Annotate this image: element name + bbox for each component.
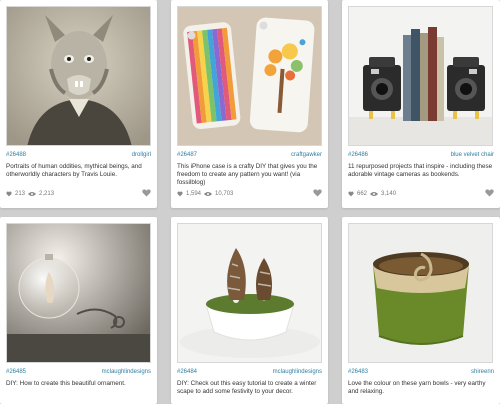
like-count: 1,594 xyxy=(186,191,202,197)
post-card[interactable]: #26484 mclaughlindesigns DIY: Check out … xyxy=(171,217,328,404)
stat-group: 662 3,140 xyxy=(348,189,399,199)
post-card[interactable]: #26485 mclaughlindesigns DIY: How to cre… xyxy=(0,217,157,404)
post-id-link[interactable]: #26484 xyxy=(177,367,197,377)
post-photo-iphone-cases[interactable] xyxy=(177,6,322,146)
post-stats: 213 2,213 xyxy=(6,189,151,199)
like-count: 662 xyxy=(357,191,368,197)
favorite-heart-icon[interactable] xyxy=(485,189,494,197)
post-photo-yarn-bowl[interactable] xyxy=(348,223,493,363)
post-id-link[interactable]: #26487 xyxy=(177,150,197,160)
post-user-link[interactable]: drollgirl xyxy=(132,150,151,160)
post-id-link[interactable]: #26488 xyxy=(6,150,26,160)
stat-group: 213 2,213 xyxy=(6,189,57,199)
view-count: 3,140 xyxy=(381,191,397,197)
post-id-link[interactable]: #26483 xyxy=(348,367,368,377)
post-photo-creature-portrait[interactable] xyxy=(6,6,151,146)
post-meta: #26485 mclaughlindesigns xyxy=(6,367,151,377)
post-description: DIY: How to create this beautiful orname… xyxy=(6,380,126,387)
post-user-link[interactable]: mclaughlindesigns xyxy=(102,367,151,377)
post-description: Portraits of human oddities, mythical be… xyxy=(6,163,142,178)
view-count: 10,703 xyxy=(215,191,234,197)
post-user-link[interactable]: mclaughlindesigns xyxy=(273,367,322,377)
post-photo-glass-ornament[interactable] xyxy=(6,223,151,363)
like-count: 213 xyxy=(15,191,26,197)
post-user-link[interactable]: craftgawker xyxy=(291,150,322,160)
post-meta: #26486 blue velvet chair xyxy=(348,150,494,160)
post-meta: #26487 craftgawker xyxy=(177,150,322,160)
card-grid: #26488 drollgirl Portraits of human oddi… xyxy=(0,0,500,404)
post-description: This iPhone case is a crafty DIY that gi… xyxy=(177,163,318,186)
stat-group: 1,594 10,703 xyxy=(177,189,236,199)
post-photo-pinecone-winter-scape[interactable] xyxy=(177,223,322,363)
post-meta: #26488 drollgirl xyxy=(6,150,151,160)
eye-icon xyxy=(204,191,213,197)
post-photo-camera-bookends[interactable] xyxy=(348,6,493,146)
post-id-link[interactable]: #26486 xyxy=(348,150,368,160)
post-description: DIY: Check out this easy tutorial to cre… xyxy=(177,380,317,395)
post-meta: #26483 shireenn xyxy=(348,367,494,377)
post-description: 11 repurposed projects that inspire - in… xyxy=(348,163,493,178)
eye-icon xyxy=(28,191,37,197)
post-card[interactable]: #26483 shireenn Love the colour on these… xyxy=(342,217,500,404)
post-id-link[interactable]: #26485 xyxy=(6,367,26,377)
post-stats: 1,594 10,703 xyxy=(177,189,322,199)
heart-icon xyxy=(348,191,354,197)
post-user-link[interactable]: shireenn xyxy=(471,367,494,377)
post-card[interactable]: #26487 craftgawker This iPhone case is a… xyxy=(171,0,328,208)
heart-icon xyxy=(6,191,12,197)
post-meta: #26484 mclaughlindesigns xyxy=(177,367,322,377)
post-card[interactable]: #26488 drollgirl Portraits of human oddi… xyxy=(0,0,157,208)
favorite-heart-icon[interactable] xyxy=(313,189,322,197)
post-user-link[interactable]: blue velvet chair xyxy=(451,150,494,160)
post-card[interactable]: #26486 blue velvet chair 11 repurposed p… xyxy=(342,0,500,208)
eye-icon xyxy=(370,191,379,197)
favorite-heart-icon[interactable] xyxy=(142,189,151,197)
post-description: Love the colour on these yarn bowls - ve… xyxy=(348,380,486,395)
view-count: 2,213 xyxy=(39,191,55,197)
post-stats: 662 3,140 xyxy=(348,189,494,199)
heart-icon xyxy=(177,191,183,197)
